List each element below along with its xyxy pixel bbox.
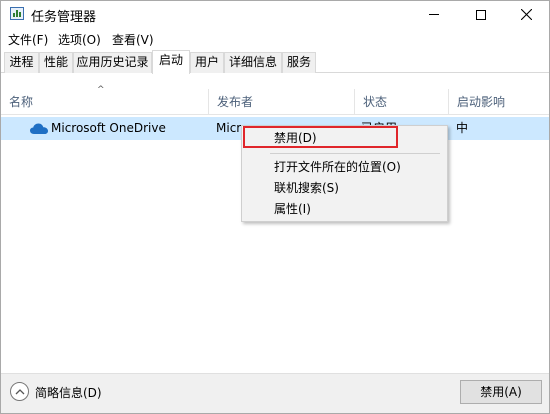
tab-performance[interactable]: 性能	[39, 52, 73, 73]
tab-users[interactable]: 用户	[190, 52, 224, 73]
row-impact: 中	[456, 121, 469, 135]
disable-button[interactable]: 禁用(A)	[460, 380, 542, 404]
task-manager-icon	[10, 7, 24, 20]
tab-startup[interactable]: 启动	[152, 50, 190, 74]
footer-bar: 简略信息(D) 禁用(A)	[1, 373, 549, 413]
ctx-search-online[interactable]: 联机搜索(S)	[242, 178, 447, 198]
tab-processes[interactable]: 进程	[4, 52, 39, 73]
onedrive-cloud-icon	[30, 123, 48, 134]
row-name: Microsoft OneDrive	[51, 121, 166, 135]
column-name[interactable]: 名称	[1, 89, 209, 115]
ctx-properties[interactable]: 属性(I)	[242, 199, 447, 219]
maximize-button[interactable]	[458, 1, 504, 28]
less-details-link[interactable]: 简略信息(D)	[35, 384, 102, 401]
chevron-up-circle-icon[interactable]	[10, 382, 29, 401]
menu-bar: 文件(F) 选项(O) 查看(V)	[1, 29, 549, 47]
title-bar: 任务管理器	[1, 1, 549, 28]
task-manager-window: 任务管理器 文件(F) 选项(O) 查看(V) 进程 性能 应用历史记录 启动 …	[0, 0, 550, 414]
window-title: 任务管理器	[31, 10, 97, 25]
tab-details[interactable]: 详细信息	[224, 52, 282, 73]
highlight-box	[243, 126, 398, 148]
minimize-icon	[429, 14, 439, 15]
tab-services[interactable]: 服务	[282, 52, 316, 73]
ctx-open-file-location[interactable]: 打开文件所在的位置(O)	[242, 157, 447, 177]
menu-view[interactable]: 查看(V)	[112, 31, 154, 48]
tab-strip: 进程 性能 应用历史记录 启动 用户 详细信息 服务	[1, 50, 549, 74]
minimize-button[interactable]	[411, 1, 457, 28]
maximize-icon	[476, 9, 486, 20]
tab-app-history[interactable]: 应用历史记录	[73, 52, 152, 73]
menu-file[interactable]: 文件(F)	[8, 31, 48, 48]
ctx-separator	[270, 153, 440, 154]
column-startup-impact[interactable]: 启动影响	[449, 89, 549, 115]
column-status[interactable]: 状态	[355, 89, 449, 115]
close-button[interactable]	[503, 1, 549, 28]
menu-options[interactable]: 选项(O)	[58, 31, 101, 48]
close-icon	[520, 9, 532, 20]
column-publisher[interactable]: 发布者	[209, 89, 355, 115]
table-header: 名称 发布者 状态 启动影响	[1, 89, 549, 115]
